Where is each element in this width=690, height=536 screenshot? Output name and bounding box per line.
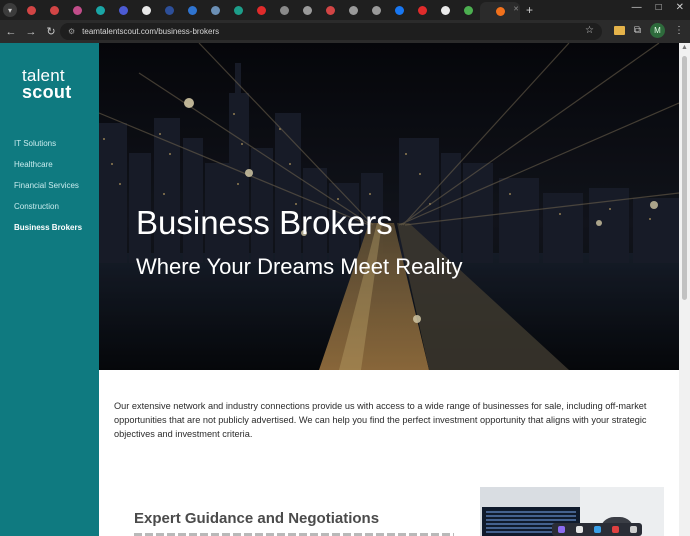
browser-tab[interactable] bbox=[181, 2, 204, 18]
google-icon bbox=[441, 5, 450, 15]
dots-icon bbox=[280, 5, 289, 15]
taskbar-app-icon[interactable] bbox=[593, 526, 601, 533]
tab-list: ✕ bbox=[20, 0, 520, 20]
scroll-thumb[interactable] bbox=[682, 56, 687, 300]
f-square-icon bbox=[142, 5, 151, 15]
browser-tab[interactable] bbox=[112, 2, 135, 18]
globe-icon bbox=[234, 5, 243, 15]
browser-tab[interactable] bbox=[434, 2, 457, 18]
section-heading: Expert Guidance and Negotiations bbox=[134, 510, 380, 527]
back-icon[interactable]: ← bbox=[2, 23, 20, 41]
folder-extension-icon[interactable] bbox=[613, 26, 625, 35]
close-window-icon[interactable]: ✕ bbox=[676, 2, 684, 13]
sidebar-item-healthcare[interactable]: Healthcare bbox=[14, 160, 82, 181]
browser-tab[interactable] bbox=[319, 2, 342, 18]
logo-bottom-text: scout bbox=[22, 82, 72, 102]
profile-avatar[interactable]: M bbox=[650, 23, 665, 38]
sidebar-item-financial-services[interactable]: Financial Services bbox=[14, 181, 82, 202]
browser-tab[interactable] bbox=[43, 2, 66, 18]
toolbar-right: ⧉ M ⋮ bbox=[613, 23, 684, 38]
sidebar-item-it-solutions[interactable]: IT Solutions bbox=[14, 139, 82, 160]
bookmark-star-icon[interactable]: ☆ bbox=[585, 25, 594, 36]
browser-tab[interactable] bbox=[342, 2, 365, 18]
taskbar-app-icon[interactable] bbox=[557, 526, 565, 533]
sidebar-nav: IT Solutions Healthcare Financial Services… bbox=[14, 139, 82, 244]
youtube-icon bbox=[257, 5, 266, 15]
sidebar: talent scout IT Solutions Healthcare Finan… bbox=[0, 43, 99, 536]
browser-tab[interactable] bbox=[296, 2, 319, 18]
youtube-icon bbox=[418, 5, 427, 15]
close-tab-icon[interactable]: ✕ bbox=[513, 5, 519, 13]
gear-icon bbox=[372, 5, 381, 15]
scroll-up-arrow-icon[interactable]: ▲ bbox=[681, 44, 688, 51]
browser-tab[interactable] bbox=[273, 2, 296, 18]
page-viewport: talent scout IT Solutions Healthcare Finan… bbox=[0, 43, 690, 536]
hero-title: Business Brokers bbox=[136, 204, 393, 241]
extensions-icon[interactable]: ⧉ bbox=[634, 25, 641, 36]
taskbar-app-icon[interactable] bbox=[611, 526, 619, 533]
browser-tab[interactable] bbox=[135, 2, 158, 18]
sidebar-item-construction[interactable]: Construction bbox=[14, 202, 82, 223]
browser-tab[interactable] bbox=[66, 2, 89, 18]
taskbar-app-icon[interactable] bbox=[575, 526, 583, 533]
browser-tab[interactable]: ✕ bbox=[480, 2, 520, 20]
reload-icon[interactable]: ↻ bbox=[42, 23, 60, 41]
browser-tab[interactable] bbox=[158, 2, 181, 18]
blue-square-icon bbox=[165, 5, 174, 15]
facebook-icon bbox=[395, 5, 404, 15]
grid-icon bbox=[96, 5, 105, 15]
maximize-icon[interactable]: □ bbox=[656, 2, 662, 13]
line-icon bbox=[464, 5, 473, 15]
circle-icon bbox=[211, 5, 220, 15]
browser-tab[interactable] bbox=[250, 2, 273, 18]
new-tab-icon[interactable]: + bbox=[526, 3, 533, 17]
tab-search-icon[interactable]: ▾ bbox=[3, 3, 17, 17]
minimize-icon[interactable]: — bbox=[632, 2, 642, 13]
hero-subtitle: Where Your Dreams Meet Reality bbox=[136, 254, 463, 279]
blue-square-icon bbox=[119, 5, 128, 15]
menu-kebab-icon[interactable]: ⋮ bbox=[674, 25, 684, 36]
site-info-icon[interactable]: ⚙ bbox=[68, 27, 75, 36]
browser-tab[interactable] bbox=[388, 2, 411, 18]
window-controls: — □ ✕ bbox=[632, 2, 684, 13]
a-red-icon bbox=[27, 5, 36, 15]
url-text[interactable]: teamtalentscout.com/business-brokers bbox=[82, 27, 219, 36]
browser-tab[interactable] bbox=[365, 2, 388, 18]
browser-tab[interactable] bbox=[89, 2, 112, 18]
orange-square-icon bbox=[495, 6, 505, 16]
browser-tab[interactable] bbox=[227, 2, 250, 18]
a-red-icon bbox=[326, 5, 335, 15]
address-bar[interactable]: ⚙ teamtalentscout.com/business-brokers ☆ bbox=[60, 23, 602, 40]
forward-icon[interactable]: → bbox=[22, 23, 40, 41]
circle-outline-icon bbox=[303, 5, 312, 15]
hero-banner: Business Brokers Where Your Dreams Meet … bbox=[99, 43, 679, 370]
pinwheel-icon bbox=[73, 5, 82, 15]
talent-scout-logo[interactable]: talent scout bbox=[22, 67, 82, 102]
t-square-icon bbox=[188, 5, 197, 15]
page-scrollbar[interactable]: ▲ bbox=[679, 43, 690, 536]
browser-tab[interactable] bbox=[457, 2, 480, 18]
circle-outline-icon bbox=[349, 5, 358, 15]
a-red-icon bbox=[50, 5, 59, 15]
browser-tab[interactable] bbox=[204, 2, 227, 18]
overlay-taskbar bbox=[552, 523, 642, 536]
browser-tab[interactable] bbox=[411, 2, 434, 18]
taskbar-app-icon[interactable] bbox=[629, 526, 637, 533]
intro-paragraph: Our extensive network and industry conne… bbox=[114, 401, 647, 439]
browser-tab-strip: ▾ ✕ + — □ ✕ bbox=[0, 0, 690, 20]
sidebar-item-business-brokers[interactable]: Business Brokers bbox=[14, 223, 82, 244]
cut-off-paragraph bbox=[134, 531, 454, 536]
browser-toolbar: ← → ↻ ⚙ teamtalentscout.com/business-bro… bbox=[0, 20, 690, 43]
browser-tab[interactable] bbox=[20, 2, 43, 18]
